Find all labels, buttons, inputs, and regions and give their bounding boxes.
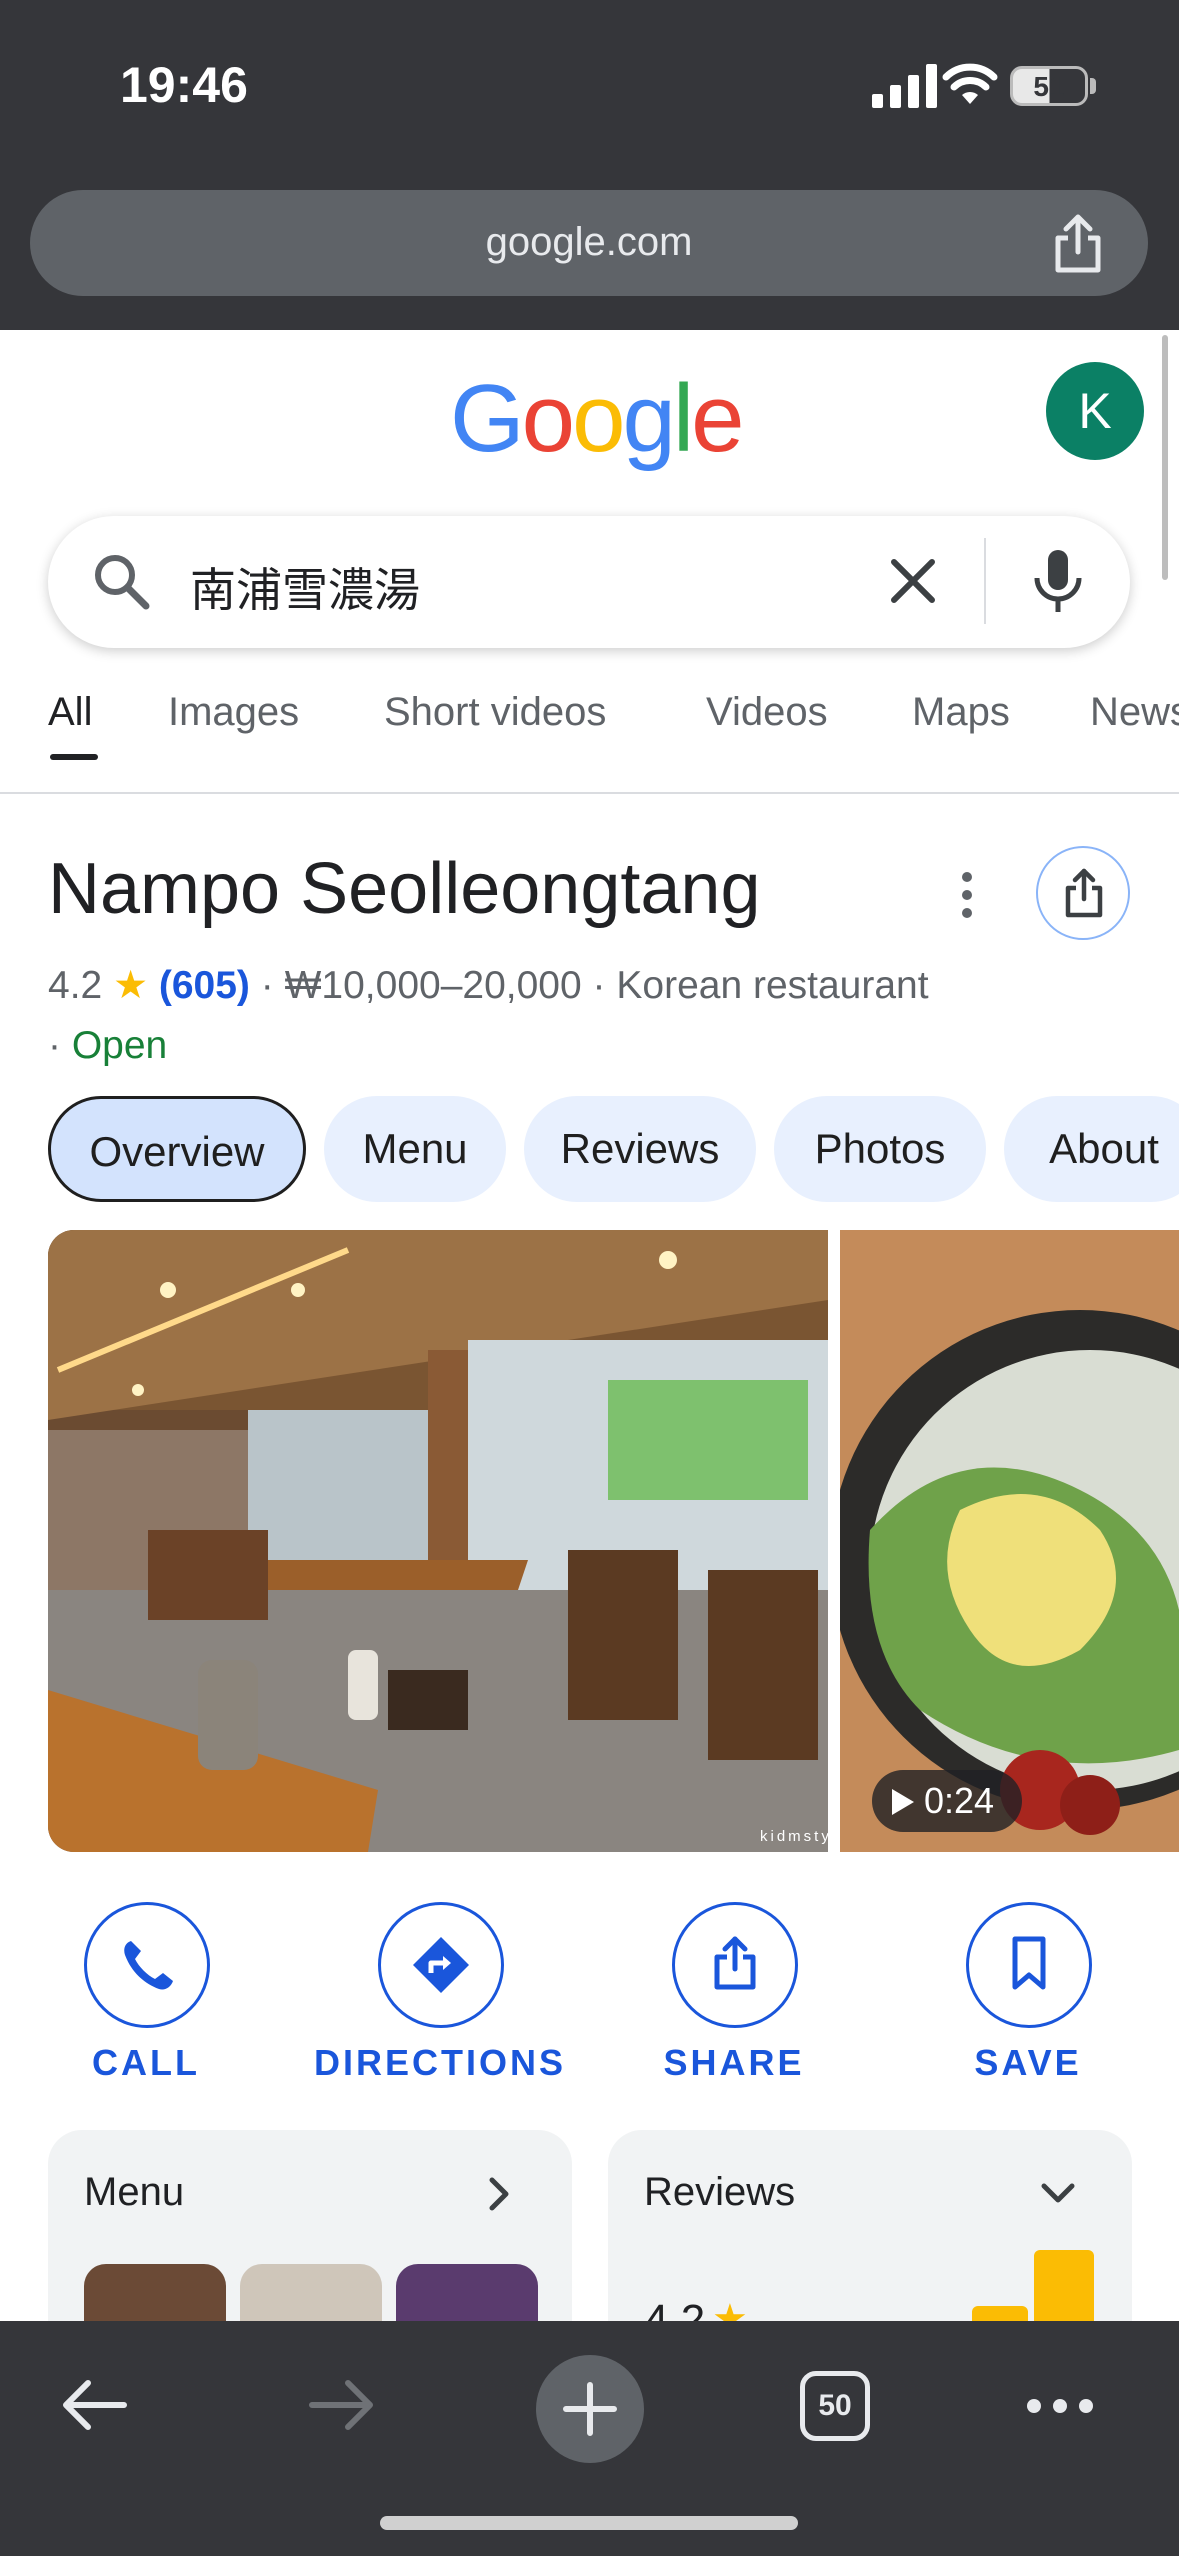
meta-separator: · — [592, 964, 606, 1007]
place-share-button[interactable] — [1036, 846, 1130, 940]
tab-videos[interactable]: Videos — [706, 690, 828, 735]
price-range: ₩10,000–20,000 — [284, 964, 582, 1007]
active-tab-indicator — [50, 754, 98, 760]
star-icon: ★ — [113, 964, 149, 1007]
search-tabs: All Images Short videos Videos Maps News — [0, 690, 1179, 794]
call-button[interactable]: CALL — [16, 1902, 276, 2092]
battery-level: 51 — [1033, 71, 1065, 102]
save-circle — [966, 1902, 1092, 2028]
menu-card-title: Menu — [84, 2170, 185, 2214]
battery-icon: 51 — [1010, 66, 1088, 106]
open-status: Open — [71, 1024, 168, 1067]
home-indicator[interactable] — [380, 2516, 798, 2530]
tab-switcher-button[interactable]: 50 — [800, 2371, 870, 2441]
page-scrollbar[interactable] — [1162, 335, 1168, 580]
reviews-card-title: Reviews — [644, 2170, 796, 2214]
chip-reviews[interactable]: Reviews — [524, 1096, 756, 1202]
microphone-icon[interactable] — [1028, 548, 1088, 616]
bookmark-icon — [1012, 1936, 1046, 1990]
chip-overview[interactable]: Overview — [48, 1096, 306, 1202]
wifi-icon — [942, 63, 998, 104]
more-options-icon[interactable] — [955, 870, 979, 920]
back-arrow-icon[interactable] — [58, 2375, 130, 2435]
forward-arrow-icon[interactable] — [306, 2375, 378, 2435]
account-avatar[interactable]: K — [1046, 362, 1144, 460]
photo-watermark: kidmsty — [760, 1828, 828, 1845]
save-label: SAVE — [974, 2042, 1082, 2083]
address-url: google.com — [485, 220, 693, 264]
share-circle — [672, 1902, 798, 2028]
new-tab-button[interactable] — [536, 2355, 644, 2463]
tab-maps[interactable]: Maps — [912, 690, 1010, 735]
status-time: 19:46 — [120, 57, 248, 113]
battery-nub — [1090, 78, 1096, 94]
tab-all[interactable]: All — [48, 690, 92, 735]
directions-icon — [413, 1937, 469, 1993]
place-title: Nampo Seolleongtang — [48, 849, 761, 929]
tab-images[interactable]: Images — [168, 690, 299, 735]
play-icon — [892, 1789, 914, 1815]
video-duration: 0:24 — [924, 1780, 995, 1821]
clear-icon[interactable] — [884, 552, 942, 610]
tab-short-videos[interactable]: Short videos — [384, 690, 606, 735]
soup-illustration — [840, 1230, 1179, 1852]
google-logo[interactable]: Google — [450, 364, 745, 474]
place-meta: 4.2 ★ (605) · ₩10,000–20,000 · Korean re… — [48, 956, 948, 1076]
chip-menu[interactable]: Menu — [324, 1096, 506, 1202]
search-box[interactable]: 南浦雪濃湯 — [48, 516, 1130, 648]
meta-separator: · — [260, 964, 274, 1007]
share-button[interactable]: SHARE — [604, 1902, 864, 2092]
place-category: Korean restaurant — [616, 964, 929, 1007]
chip-about[interactable]: About — [1004, 1096, 1179, 1202]
search-query[interactable]: 南浦雪濃湯 — [190, 554, 420, 620]
review-count-link[interactable]: (605) — [159, 964, 250, 1007]
call-label: CALL — [92, 2042, 200, 2083]
directions-button[interactable]: DIRECTIONS — [310, 1902, 570, 2092]
browser-header: 19:46 51 google.com — [0, 0, 1179, 330]
video-duration-badge: 0:24 — [872, 1770, 1022, 1832]
restaurant-interior-photo[interactable]: kidmsty — [48, 1230, 828, 1852]
share-icon — [1065, 868, 1103, 918]
phone-icon — [124, 1941, 173, 1990]
interior-illustration — [48, 1230, 828, 1852]
rating-value: 4.2 — [48, 964, 103, 1007]
call-circle — [84, 1902, 210, 2028]
save-button[interactable]: SAVE — [898, 1902, 1158, 2092]
directions-circle — [378, 1902, 504, 2028]
chip-photos[interactable]: Photos — [774, 1096, 986, 1202]
more-menu-icon[interactable] — [1024, 2395, 1096, 2417]
cellular-signal-icon — [872, 64, 937, 108]
directions-label: DIRECTIONS — [313, 2042, 566, 2083]
address-bar[interactable]: google.com — [30, 190, 1148, 296]
share-label: SHARE — [663, 2042, 805, 2083]
seolleongtang-video-thumbnail[interactable] — [840, 1230, 1179, 1852]
meta-separator: · — [48, 1024, 61, 1067]
browser-share-icon[interactable] — [1046, 212, 1110, 276]
chevron-down-icon — [1041, 2183, 1075, 2203]
search-divider — [984, 538, 986, 624]
search-icon — [95, 555, 150, 610]
tab-news[interactable]: News — [1090, 690, 1179, 735]
chevron-right-icon — [489, 2177, 509, 2211]
plus-icon — [563, 2382, 617, 2436]
share-icon — [714, 1936, 756, 1990]
